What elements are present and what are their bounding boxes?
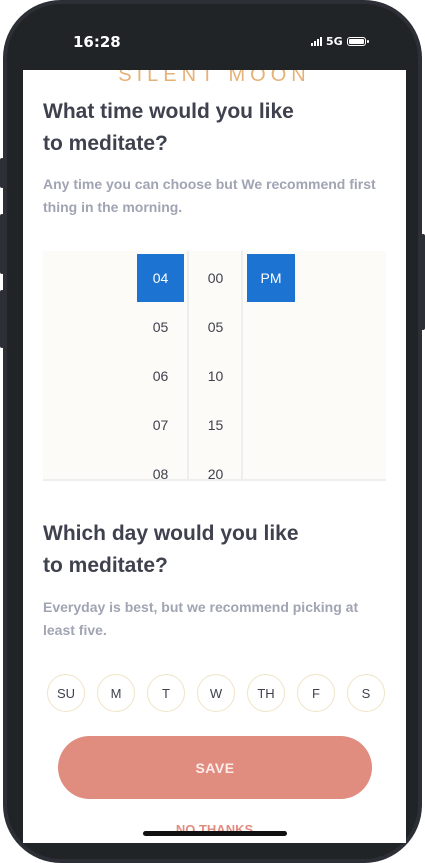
day-button-friday[interactable]: F <box>297 674 335 712</box>
volume-down-button <box>0 290 4 348</box>
minute-option[interactable]: 00 <box>192 254 239 302</box>
time-subtitle-line2: thing in the morning. <box>43 199 183 215</box>
time-section-title: What time would you like to meditate? <box>43 96 294 160</box>
day-subtitle-line2: least five. <box>43 622 107 638</box>
time-section-subtitle: Any time you can choose but We recommend… <box>43 173 383 219</box>
hour-option[interactable]: 07 <box>137 401 184 449</box>
phone-frame: 16:28 5G SILENT MOON What time would you… <box>0 0 425 863</box>
day-title-line2: to meditate? <box>43 554 168 577</box>
picker-divider <box>241 251 243 479</box>
status-time: 16:28 <box>73 33 121 51</box>
minute-option[interactable]: 05 <box>192 303 239 351</box>
period-option[interactable]: PM <box>247 254 295 302</box>
network-label: 5G <box>326 35 343 48</box>
time-title-line1: What time would you like <box>43 100 294 123</box>
day-button-wednesday[interactable]: W <box>197 674 235 712</box>
minute-option[interactable]: 10 <box>192 352 239 400</box>
day-title-line1: Which day would you like <box>43 522 299 545</box>
day-button-saturday[interactable]: S <box>347 674 385 712</box>
day-subtitle-line1: Everyday is best, but we recommend picki… <box>43 599 359 615</box>
day-button-sunday[interactable]: SU <box>47 674 85 712</box>
day-section-title: Which day would you like to meditate? <box>43 518 299 582</box>
save-button[interactable]: SAVE <box>58 736 372 799</box>
day-button-monday[interactable]: M <box>97 674 135 712</box>
signal-icon <box>311 37 322 46</box>
day-button-tuesday[interactable]: T <box>147 674 185 712</box>
volume-up-button <box>0 214 4 274</box>
time-subtitle-line1: Any time you can choose but We recommend… <box>43 176 376 192</box>
day-button-thursday[interactable]: TH <box>247 674 285 712</box>
picker-divider <box>187 251 189 479</box>
mute-switch <box>0 158 4 188</box>
hour-option[interactable]: 05 <box>137 303 184 351</box>
hour-option[interactable]: 06 <box>137 352 184 400</box>
app-logo: SILENT MOON <box>118 70 311 86</box>
home-indicator[interactable] <box>143 831 287 836</box>
day-section-subtitle: Everyday is best, but we recommend picki… <box>43 596 383 642</box>
power-button <box>421 234 425 330</box>
battery-icon <box>346 37 369 46</box>
time-title-line2: to meditate? <box>43 132 168 155</box>
status-indicators: 5G <box>311 35 369 48</box>
hour-option[interactable]: 04 <box>137 254 184 302</box>
time-picker[interactable]: 04 05 06 07 08 00 05 10 15 20 PM <box>43 251 386 481</box>
minute-option[interactable]: 20 <box>192 450 239 479</box>
app-screen: SILENT MOON What time would you like to … <box>23 70 406 843</box>
day-selector: SU M T W TH F S <box>47 674 385 712</box>
minute-option[interactable]: 15 <box>192 401 239 449</box>
hour-option[interactable]: 08 <box>137 450 184 479</box>
